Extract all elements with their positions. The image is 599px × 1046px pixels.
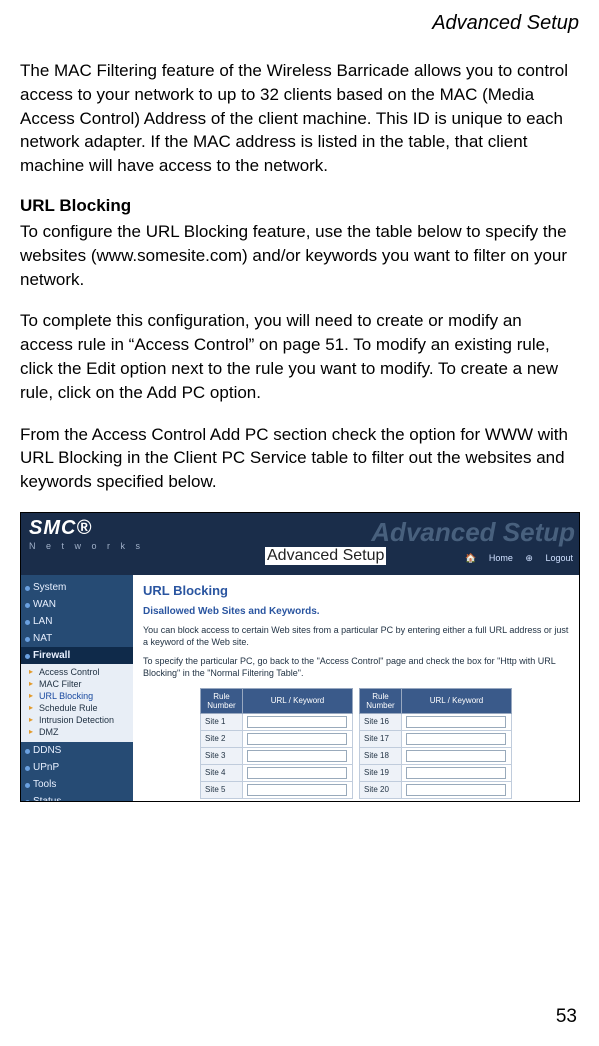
url-input-2[interactable] bbox=[247, 733, 347, 745]
home-label: Home bbox=[489, 553, 513, 563]
table-row: Site 5 bbox=[201, 781, 353, 798]
smc-logo: SMC® bbox=[29, 517, 92, 540]
th-rule-left: Rule Number bbox=[201, 688, 243, 713]
sub-dmz[interactable]: DMZ bbox=[21, 726, 133, 738]
table-row: Site 20 bbox=[360, 781, 512, 798]
cell-label: Site 5 bbox=[201, 781, 243, 798]
router-main: URL Blocking Disallowed Web Sites and Ke… bbox=[133, 575, 579, 801]
table-row: Site 3 bbox=[201, 747, 353, 764]
table-row: Site 18 bbox=[360, 747, 512, 764]
sidebar-item-lan[interactable]: LAN bbox=[21, 613, 133, 630]
th-url-left: URL / Keyword bbox=[243, 688, 353, 713]
url-input-4[interactable] bbox=[247, 767, 347, 779]
page-header: Advanced Setup bbox=[20, 12, 579, 35]
cell-label: Site 2 bbox=[201, 730, 243, 747]
panel-p1: You can block access to certain Web site… bbox=[143, 625, 569, 648]
cell-label: Site 4 bbox=[201, 764, 243, 781]
url-table-wrap: Rule Number URL / Keyword Site 1 Site 2 … bbox=[143, 688, 569, 799]
paragraph-mac-filtering: The MAC Filtering feature of the Wireles… bbox=[20, 59, 579, 178]
panel-p2: To specify the particular PC, go back to… bbox=[143, 656, 569, 679]
th-url-right: URL / Keyword bbox=[402, 688, 512, 713]
paragraph-url-intro: To configure the URL Blocking feature, u… bbox=[20, 220, 579, 291]
sidebar-item-wan[interactable]: WAN bbox=[21, 596, 133, 613]
home-link[interactable]: 🏠 Home bbox=[465, 553, 513, 563]
table-row: Site 2 bbox=[201, 730, 353, 747]
sidebar-item-status[interactable]: Status bbox=[21, 793, 133, 802]
router-screenshot: SMC® N e t w o r k s Advanced Setup Adva… bbox=[20, 512, 580, 802]
url-table-left: Rule Number URL / Keyword Site 1 Site 2 … bbox=[200, 688, 353, 799]
panel-title: URL Blocking bbox=[143, 583, 569, 598]
cell-label: Site 16 bbox=[360, 713, 402, 730]
sub-intrusion-detection[interactable]: Intrusion Detection bbox=[21, 714, 133, 726]
sidebar-item-upnp[interactable]: UPnP bbox=[21, 759, 133, 776]
cell-label: Site 3 bbox=[201, 747, 243, 764]
url-input-3[interactable] bbox=[247, 750, 347, 762]
table-row: Site 1 bbox=[201, 713, 353, 730]
url-input-17[interactable] bbox=[406, 733, 506, 745]
ghost-title: Advanced Setup bbox=[371, 517, 575, 548]
url-input-18[interactable] bbox=[406, 750, 506, 762]
cell-label: Site 18 bbox=[360, 747, 402, 764]
url-input-19[interactable] bbox=[406, 767, 506, 779]
firewall-submenu: Access Control MAC Filter URL Blocking S… bbox=[21, 664, 133, 742]
logout-label: Logout bbox=[545, 553, 573, 563]
page-number: 53 bbox=[556, 1006, 577, 1028]
url-input-1[interactable] bbox=[247, 716, 347, 728]
cell-label: Site 1 bbox=[201, 713, 243, 730]
url-table-right: Rule Number URL / Keyword Site 16 Site 1… bbox=[359, 688, 512, 799]
table-row: Site 16 bbox=[360, 713, 512, 730]
sidebar-item-system[interactable]: System bbox=[21, 579, 133, 596]
paragraph-access-control: To complete this configuration, you will… bbox=[20, 309, 579, 404]
cell-label: Site 17 bbox=[360, 730, 402, 747]
sub-access-control[interactable]: Access Control bbox=[21, 666, 133, 678]
sub-schedule-rule[interactable]: Schedule Rule bbox=[21, 702, 133, 714]
sidebar-item-ddns[interactable]: DDNS bbox=[21, 742, 133, 759]
sidebar-item-tools[interactable]: Tools bbox=[21, 776, 133, 793]
url-input-20[interactable] bbox=[406, 784, 506, 796]
url-input-16[interactable] bbox=[406, 716, 506, 728]
overlay-title: Advanced Setup bbox=[265, 547, 386, 565]
router-header: SMC® N e t w o r k s Advanced Setup Adva… bbox=[21, 513, 579, 575]
header-tabs: 🏠 Home ⊕ Logout bbox=[455, 553, 573, 564]
cell-label: Site 20 bbox=[360, 781, 402, 798]
table-row: Site 4 bbox=[201, 764, 353, 781]
table-row: Site 19 bbox=[360, 764, 512, 781]
paragraph-www-blocking: From the Access Control Add PC section c… bbox=[20, 423, 579, 494]
panel-subtitle: Disallowed Web Sites and Keywords. bbox=[143, 606, 569, 617]
smc-logo-sub: N e t w o r k s bbox=[29, 541, 144, 551]
heading-url-blocking: URL Blocking bbox=[20, 196, 579, 216]
sidebar-item-nat[interactable]: NAT bbox=[21, 630, 133, 647]
sub-mac-filter[interactable]: MAC Filter bbox=[21, 678, 133, 690]
sidebar: System WAN LAN NAT Firewall Access Contr… bbox=[21, 575, 133, 801]
logout-link[interactable]: ⊕ Logout bbox=[525, 553, 573, 563]
table-row: Site 17 bbox=[360, 730, 512, 747]
cell-label: Site 19 bbox=[360, 764, 402, 781]
url-input-5[interactable] bbox=[247, 784, 347, 796]
sidebar-item-firewall[interactable]: Firewall bbox=[21, 647, 133, 664]
sub-url-blocking[interactable]: URL Blocking bbox=[21, 690, 133, 702]
th-rule-right: Rule Number bbox=[360, 688, 402, 713]
